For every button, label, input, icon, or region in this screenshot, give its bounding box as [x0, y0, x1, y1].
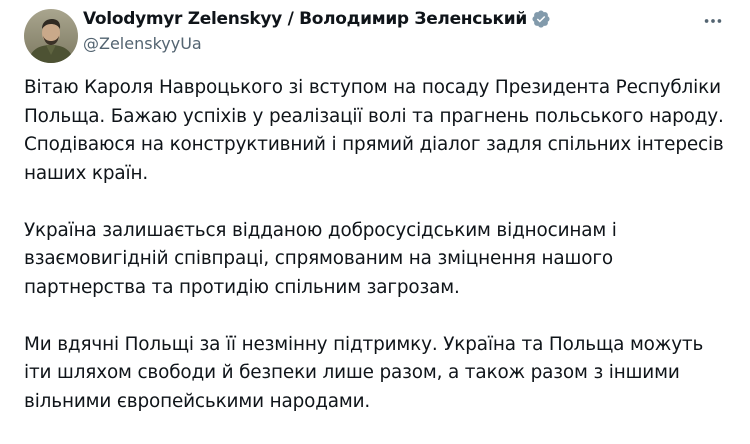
name-row: Volodymyr Zelenskyy / Володимир Зеленськ…: [83, 8, 700, 30]
tweet: Volodymyr Zelenskyy / Володимир Зеленськ…: [0, 0, 750, 444]
tweet-text: Вітаю Кароля Навроцького зі вступом на п…: [24, 74, 736, 416]
tweet-paragraph: Ми вдячні Польщі за її незмінну підтримк…: [24, 333, 704, 412]
tweet-paragraph: Вітаю Кароля Навроцького зі вступом на п…: [24, 77, 724, 184]
more-options-icon[interactable]: [702, 10, 724, 32]
avatar-photo-icon: [24, 9, 78, 63]
user-handle[interactable]: @ZelenskyyUa: [83, 34, 700, 53]
tweet-header: Volodymyr Zelenskyy / Володимир Зеленськ…: [83, 8, 700, 53]
avatar[interactable]: [24, 9, 78, 63]
display-name[interactable]: Volodymyr Zelenskyy / Володимир Зеленськ…: [83, 9, 527, 29]
tweet-paragraph: Україна залишається відданою добросусідс…: [24, 219, 617, 298]
verified-badge-icon[interactable]: [531, 9, 551, 29]
